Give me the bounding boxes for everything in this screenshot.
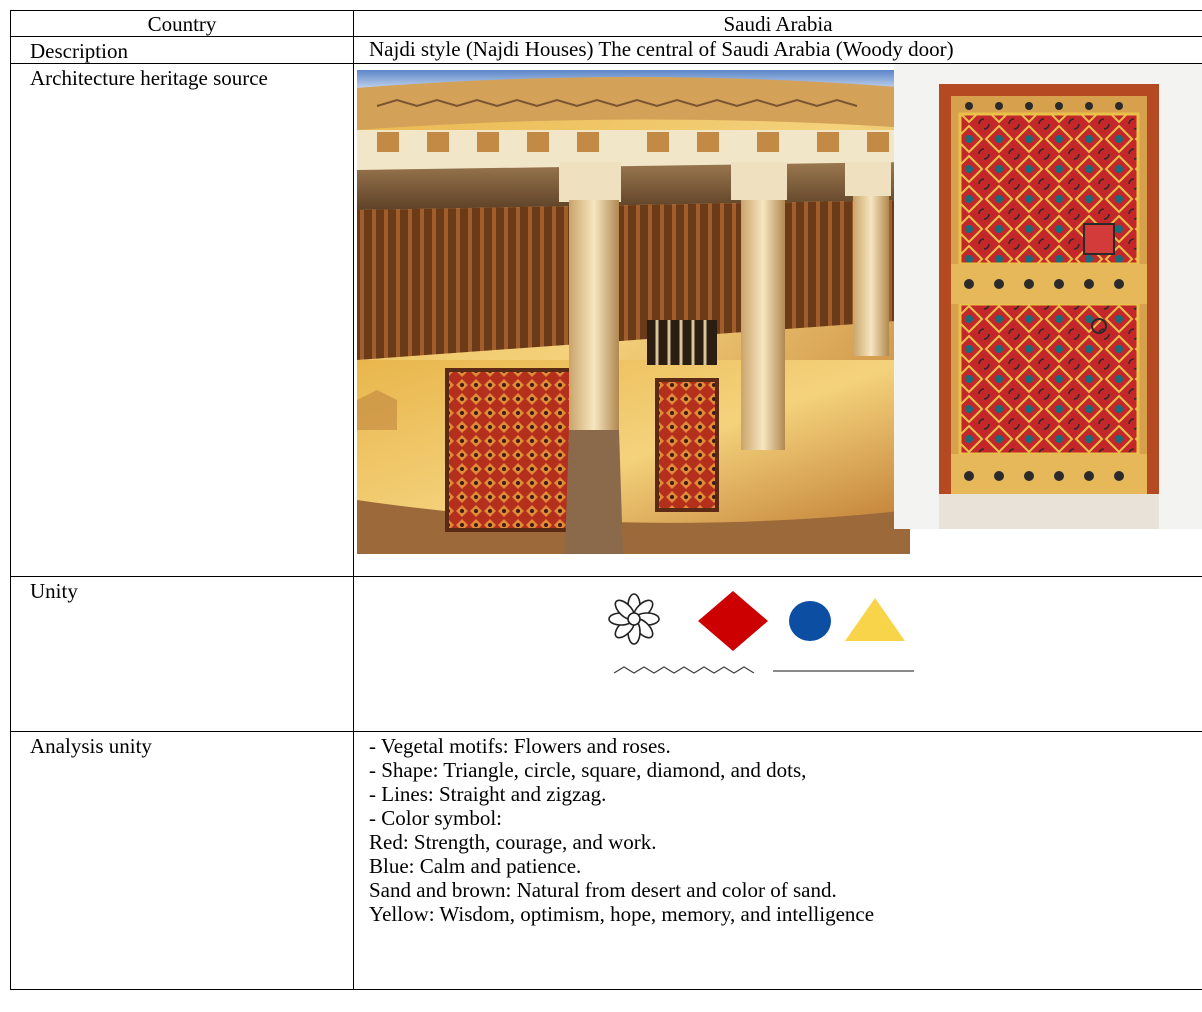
- heritage-source-images: [353, 63, 1202, 577]
- analysis-unity-text: - Vegetal motifs: Flowers and roses. - S…: [353, 731, 1202, 990]
- triangle-icon: [845, 598, 905, 641]
- circle-icon: [789, 601, 831, 641]
- row-description: Description Najdi style (Najdi Houses) T…: [10, 36, 1202, 64]
- row-unity: Unity: [10, 576, 1202, 732]
- diamond-icon: [698, 591, 768, 651]
- unity-label: Unity: [10, 576, 354, 732]
- country-value: Saudi Arabia: [353, 10, 1202, 37]
- zigzag-line-icon: [613, 666, 755, 674]
- country-label: Country: [10, 10, 354, 37]
- analysis-unity-label: Analysis unity: [10, 731, 354, 990]
- row-country: Country Saudi Arabia: [10, 10, 1202, 37]
- analysis-line: Red: Strength, courage, and work.: [369, 830, 657, 854]
- najdi-house-photo: [357, 70, 910, 554]
- analysis-line: - Vegetal motifs: Flowers and roses.: [369, 734, 671, 758]
- row-heritage-source: Architecture heritage source: [10, 63, 1202, 577]
- row-analysis-unity: Analysis unity - Vegetal motifs: Flowers…: [10, 731, 1202, 990]
- heritage-table: Country Saudi Arabia Description Najdi s…: [10, 10, 1202, 990]
- heritage-source-label: Architecture heritage source: [10, 63, 354, 577]
- description-value: Najdi style (Najdi Houses) The central o…: [353, 36, 1202, 64]
- analysis-line: Yellow: Wisdom, optimism, hope, memory, …: [369, 902, 875, 926]
- analysis-line: Blue: Calm and patience.: [369, 854, 582, 878]
- unity-symbols: [353, 576, 1202, 732]
- analysis-line: - Shape: Triangle, circle, square, diamo…: [369, 758, 807, 782]
- description-label: Description: [10, 36, 354, 64]
- analysis-line: Sand and brown: Natural from desert and …: [369, 878, 837, 902]
- najdi-door-photo: [894, 64, 1202, 529]
- analysis-line: - Color symbol:: [369, 806, 503, 830]
- unity-symbols-graphic: [608, 591, 914, 674]
- flower-icon: [608, 593, 660, 645]
- analysis-line: - Lines: Straight and zigzag.: [369, 782, 607, 806]
